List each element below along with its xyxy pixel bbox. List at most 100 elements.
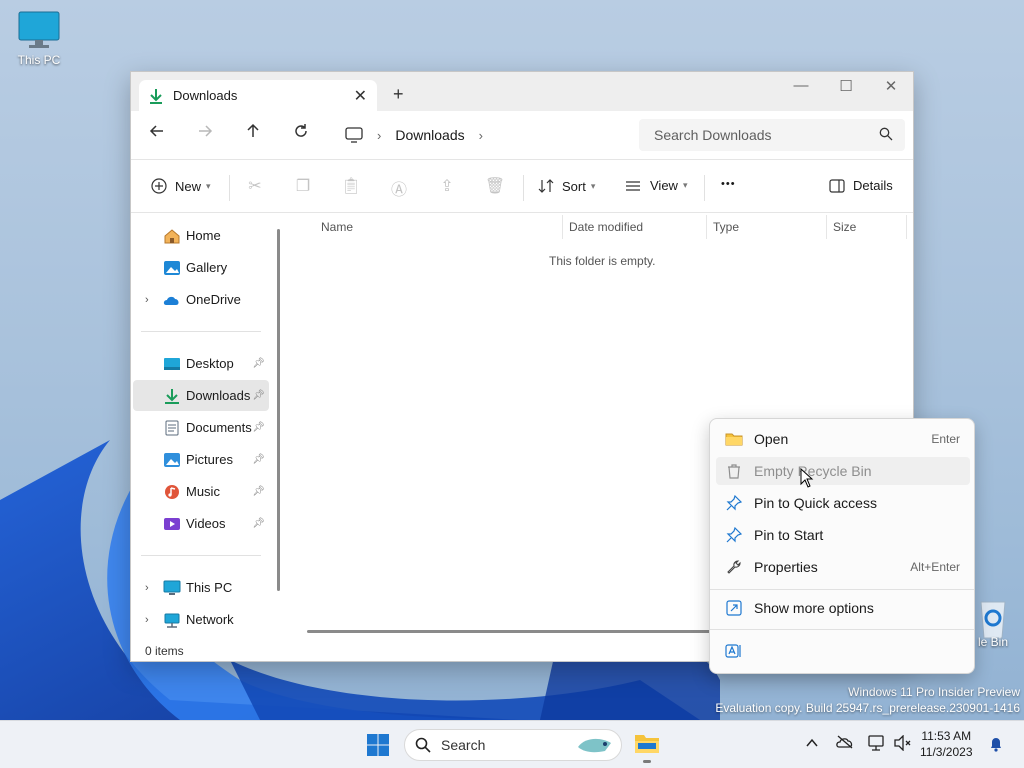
desktop-icon-this-pc[interactable]: This PC [4,10,74,67]
nav-item-network[interactable]: › Network [133,604,269,635]
nav-item-label: Desktop [186,356,234,371]
column-divider[interactable] [706,215,707,239]
tab-close-button[interactable]: ✕ [354,86,367,106]
column-divider[interactable] [826,215,827,239]
column-header-date-modified[interactable]: Date modified [569,220,643,234]
more-options-icon [725,599,743,617]
rename-icon[interactable]: Ⓐ [388,176,410,200]
tab-downloads[interactable]: Downloads ✕ [139,80,377,111]
column-header-size[interactable]: Size [833,220,856,234]
navigation-scrollbar[interactable] [277,229,280,591]
desktop-folder-icon [164,357,180,370]
desktop-icon-label: This PC [17,53,61,67]
pin-icon: 📌︎ [252,358,265,369]
column-header-type[interactable]: Type [713,220,739,234]
forward-button[interactable] [192,123,218,144]
start-button[interactable] [366,733,390,760]
breadcrumb-downloads[interactable]: Downloads [395,127,464,143]
taskbar-search[interactable]: Search [404,729,622,761]
nav-item-videos[interactable]: Videos 📌︎ [133,508,269,539]
gallery-icon [164,260,180,275]
chevron-right-icon[interactable]: › [145,582,149,594]
view-button[interactable]: View ▾ [625,178,687,193]
menu-item-empty-recycle-bin[interactable]: Empty Recycle Bin [716,457,970,485]
divider [229,175,230,201]
divider [141,331,261,332]
share-icon[interactable]: ⇪ [436,176,458,196]
downloads-folder-icon [165,388,179,404]
new-tab-button[interactable]: + [393,84,404,105]
chevron-right-icon[interactable]: › [479,128,483,143]
delete-icon[interactable]: 🗑︎ [484,176,506,196]
chevron-right-icon: › [377,127,382,143]
pin-icon: 📌︎ [252,422,265,433]
nav-item-label: Network [186,612,234,627]
nav-item-documents[interactable]: Documents 📌︎ [133,412,269,443]
maximize-button[interactable]: ☐ [826,77,866,95]
divider [523,175,524,201]
menu-item-properties[interactable]: Properties Alt+Enter [716,553,970,581]
nav-item-desktop[interactable]: Desktop 📌︎ [133,348,269,379]
show-hidden-icons-button[interactable] [806,735,818,751]
menu-item-pin-to-start[interactable]: Pin to Start [716,521,970,549]
nav-item-label: Downloads [186,388,251,403]
nav-item-label: This PC [186,580,233,595]
view-label: View [650,178,678,193]
mouse-cursor-icon [800,468,814,488]
back-arrow-icon [149,125,163,137]
recycle-bin-icon [980,601,1006,639]
back-button[interactable] [144,123,170,144]
search-input[interactable]: Search Downloads [639,119,905,151]
taskbar-file-explorer[interactable] [634,731,660,763]
search-placeholder: Search Downloads [654,127,772,143]
paste-icon[interactable]: 📋︎ [340,176,362,196]
menu-item-show-more-options[interactable]: Show more options [716,594,970,622]
nav-item-onedrive[interactable]: › OneDrive [133,284,269,315]
nav-item-home[interactable]: Home [133,220,269,251]
nav-item-label: Music [186,484,220,499]
nav-item-music[interactable]: Music 📌︎ [133,476,269,507]
nav-item-downloads[interactable]: Downloads 📌︎ [133,380,269,411]
sort-icon [538,179,554,193]
chevron-right-icon[interactable]: › [145,294,149,306]
close-window-button[interactable]: ✕ [871,77,911,95]
nav-item-gallery[interactable]: Gallery [133,252,269,283]
more-options-button[interactable]: ••• [721,178,736,190]
menu-item-open[interactable]: Open Enter [716,425,970,453]
details-button[interactable]: Details [829,178,893,193]
nav-item-label: Videos [186,516,226,531]
copy-icon[interactable]: ❐ [292,176,314,196]
nav-item-pictures[interactable]: Pictures 📌︎ [133,444,269,475]
sort-button[interactable]: Sort ▾ [538,178,595,194]
rename-button[interactable] [716,637,750,665]
up-button[interactable] [240,123,266,144]
column-header-name[interactable]: Name [321,220,353,234]
shortcut-hint: Alt+Enter [910,560,960,574]
column-divider[interactable] [562,215,563,239]
pin-icon [725,494,743,512]
download-arrow-icon [150,88,162,104]
minimize-button[interactable]: — [781,77,821,94]
title-bar: Downloads ✕ + — ☐ ✕ [131,72,913,111]
new-button[interactable]: New ▾ [151,178,211,194]
menu-item-label: Show more options [754,600,874,616]
network-status-icon[interactable] [868,735,886,754]
nav-item-this-pc[interactable]: › This PC [133,572,269,603]
pin-icon: 📌︎ [252,390,265,401]
onedrive-offline-icon[interactable] [836,735,854,752]
navigation-pane: Home Gallery › OneDrive Desktop 📌︎ Downl… [131,213,281,643]
chevron-right-icon[interactable]: › [145,614,149,626]
menu-item-pin-to-quick-access[interactable]: Pin to Quick access [716,489,970,517]
taskbar-clock[interactable]: 11:53 AM 11/3/2023 [920,728,973,760]
refresh-button[interactable] [288,123,314,144]
cut-icon[interactable]: ✂ [244,176,266,196]
pin-icon [725,526,743,544]
details-pane-icon [829,178,845,193]
volume-muted-icon[interactable] [894,734,912,754]
command-bar: New ▾ ✂ ❐ 📋︎ Ⓐ ⇪ 🗑︎ Sort ▾ View ▾ ••• De… [131,159,913,213]
column-divider[interactable] [906,215,907,239]
horizontal-scrollbar[interactable] [307,630,727,633]
nav-item-label: Home [186,228,221,243]
notification-bell-icon[interactable] [988,736,1004,755]
videos-folder-icon [164,517,180,530]
